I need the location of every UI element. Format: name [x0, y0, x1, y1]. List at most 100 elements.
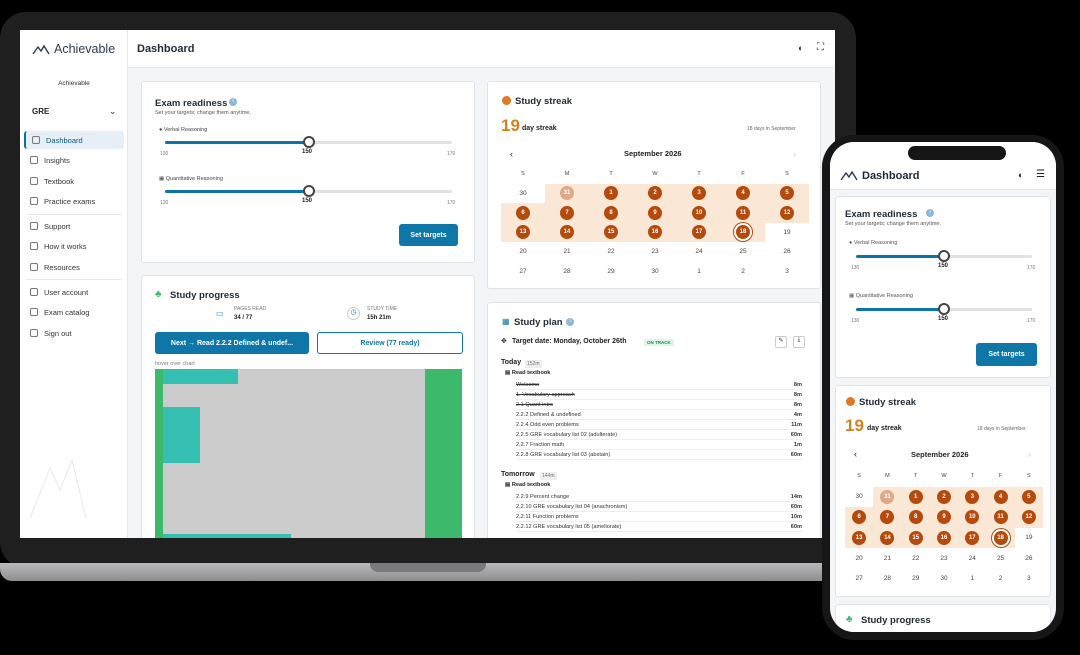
calendar-day[interactable]: 23: [930, 548, 958, 569]
calendar-day[interactable]: 30: [845, 487, 873, 508]
treemap-cell[interactable]: [155, 369, 163, 538]
plan-task-row[interactable]: 2.2.8 GRE vocabulary list 03 (abstain) 60…: [516, 450, 802, 460]
plan-task-row[interactable]: 2.2.12 GRE vocabulary list 05 (ameliorat…: [516, 522, 802, 532]
calendar-day[interactable]: 2: [929, 486, 959, 507]
quant-slider-knob[interactable]: [302, 185, 315, 197]
calendar-day[interactable]: 1: [589, 183, 633, 203]
sidebar-item-practice-exams[interactable]: Practice exams: [24, 192, 124, 210]
calendar-day[interactable]: 29: [902, 569, 930, 590]
set-targets-button[interactable]: Set targets: [399, 224, 458, 246]
edit-icon[interactable]: ✎: [775, 336, 787, 348]
progress-treemap[interactable]: [155, 369, 462, 538]
plan-task-row[interactable]: Welcome 8m: [516, 380, 802, 390]
sidebar-item-textbook[interactable]: Textbook: [24, 172, 124, 190]
calendar-day[interactable]: 5: [765, 183, 809, 203]
download-icon[interactable]: ⤓: [793, 336, 805, 348]
calendar-day[interactable]: 14: [545, 222, 589, 242]
sidebar-item-support[interactable]: Support: [24, 217, 124, 235]
calendar-day[interactable]: 11: [986, 507, 1015, 528]
calendar-day[interactable]: 18: [986, 527, 1015, 548]
calendar-day[interactable]: 2: [633, 183, 677, 203]
calendar-day[interactable]: 21: [873, 548, 901, 569]
info-icon[interactable]: i: [566, 318, 574, 326]
calendar-day[interactable]: 3: [677, 183, 721, 203]
calendar-day[interactable]: 21: [545, 242, 589, 262]
calendar-day[interactable]: 25: [986, 548, 1014, 569]
verbal-slider-knob[interactable]: [302, 136, 315, 148]
calendar-day[interactable]: 12: [765, 203, 809, 223]
quant-slider-knob[interactable]: [938, 303, 950, 315]
sidebar-item-exam-catalog[interactable]: Exam catalog: [24, 303, 124, 321]
theme-toggle-icon[interactable]: ◐: [1018, 170, 1023, 180]
plan-task-row[interactable]: 2.2.5 GRE vocabulary list 02 (adulterate…: [516, 430, 802, 440]
calendar-day[interactable]: 26: [1015, 548, 1043, 569]
sidebar-item-resources[interactable]: Resources: [24, 258, 124, 276]
menu-icon[interactable]: ☰: [1036, 169, 1045, 180]
calendar-day[interactable]: 18: [721, 222, 765, 242]
treemap-cell[interactable]: [425, 369, 462, 538]
treemap-cell[interactable]: [163, 534, 291, 538]
calendar-day[interactable]: 12: [1014, 507, 1043, 528]
calendar-day[interactable]: 1: [677, 262, 721, 282]
calendar-day[interactable]: 20: [501, 242, 545, 262]
sidebar-item-insights[interactable]: Insights: [24, 151, 124, 169]
calendar-day[interactable]: 16: [929, 527, 959, 548]
calendar-day[interactable]: 7: [545, 203, 589, 223]
calendar-day[interactable]: 6: [845, 507, 874, 528]
calendar-day[interactable]: 17: [677, 222, 721, 242]
calendar-day[interactable]: 16: [633, 222, 677, 242]
calendar-day[interactable]: 7: [873, 507, 902, 528]
calendar-day[interactable]: 30: [501, 184, 545, 204]
calendar-day[interactable]: 22: [589, 242, 633, 262]
plan-task-row[interactable]: 2.2.2 Defined & undefined 4m: [516, 410, 802, 420]
calendar-day[interactable]: 24: [958, 548, 986, 569]
prev-month-icon[interactable]: ‹: [854, 449, 857, 459]
sidebar-item-sign-out[interactable]: Sign out: [24, 324, 124, 342]
calendar-day[interactable]: 13: [501, 222, 545, 242]
next-month-icon[interactable]: ›: [1028, 449, 1031, 459]
verbal-slider-knob[interactable]: [938, 250, 950, 262]
theme-toggle-icon[interactable]: ◐: [798, 43, 803, 53]
info-icon[interactable]: i: [926, 209, 934, 217]
calendar-day[interactable]: 15: [589, 222, 633, 242]
calendar-day[interactable]: 9: [633, 203, 677, 223]
next-reading-button[interactable]: Next → Read 2.2.2 Defined & undef...: [155, 332, 309, 354]
calendar-day[interactable]: 28: [545, 262, 589, 282]
calendar-day[interactable]: 3: [958, 486, 987, 507]
calendar-day[interactable]: 31: [545, 183, 589, 203]
review-button[interactable]: Review (77 ready): [317, 332, 463, 354]
calendar-day[interactable]: 4: [721, 183, 765, 203]
calendar-day[interactable]: 9: [929, 507, 959, 528]
calendar-day[interactable]: 8: [589, 203, 633, 223]
calendar-day[interactable]: 4: [986, 486, 1015, 507]
calendar-day[interactable]: 1: [958, 569, 986, 590]
calendar-day[interactable]: 5: [1014, 486, 1043, 507]
calendar-day[interactable]: 20: [845, 548, 873, 569]
plan-task-row[interactable]: 2.1 Quant intro 8m: [516, 400, 802, 410]
calendar-day[interactable]: 30: [633, 262, 677, 282]
brand-logo[interactable]: Achievable: [32, 42, 115, 56]
sidebar-item-dashboard[interactable]: Dashboard: [24, 131, 124, 149]
calendar-day[interactable]: 3: [1015, 569, 1043, 590]
calendar-day[interactable]: 26: [765, 242, 809, 262]
plan-task-row[interactable]: 2.2.10 GRE vocabulary list 04 (anachroni…: [516, 502, 802, 512]
calendar-day[interactable]: 22: [902, 548, 930, 569]
calendar-day[interactable]: 25: [721, 242, 765, 262]
sidebar-item-how-it-works[interactable]: How it works: [24, 237, 124, 255]
calendar-day[interactable]: 27: [501, 262, 545, 282]
info-icon[interactable]: i: [229, 98, 237, 106]
next-month-icon[interactable]: ›: [793, 149, 796, 159]
plan-task-row[interactable]: 2.2.4 Odd even problems 11m: [516, 420, 802, 430]
calendar-day[interactable]: 8: [901, 507, 930, 528]
calendar-day[interactable]: 10: [958, 507, 987, 528]
calendar-day[interactable]: 31: [873, 486, 902, 507]
plan-task-row[interactable]: 2.2.11 Function problems 10m: [516, 512, 802, 522]
calendar-day[interactable]: 19: [1015, 528, 1043, 549]
calendar-day[interactable]: 2: [721, 262, 765, 282]
calendar-day[interactable]: 17: [958, 527, 987, 548]
plan-task-row[interactable]: 2.2.9 Percent change 14m: [516, 492, 802, 502]
calendar-day[interactable]: 27: [845, 569, 873, 590]
calendar-day[interactable]: 3: [765, 262, 809, 282]
plan-task-row[interactable]: 1. Vocabulary approach 8m: [516, 390, 802, 400]
calendar-day[interactable]: 29: [589, 262, 633, 282]
